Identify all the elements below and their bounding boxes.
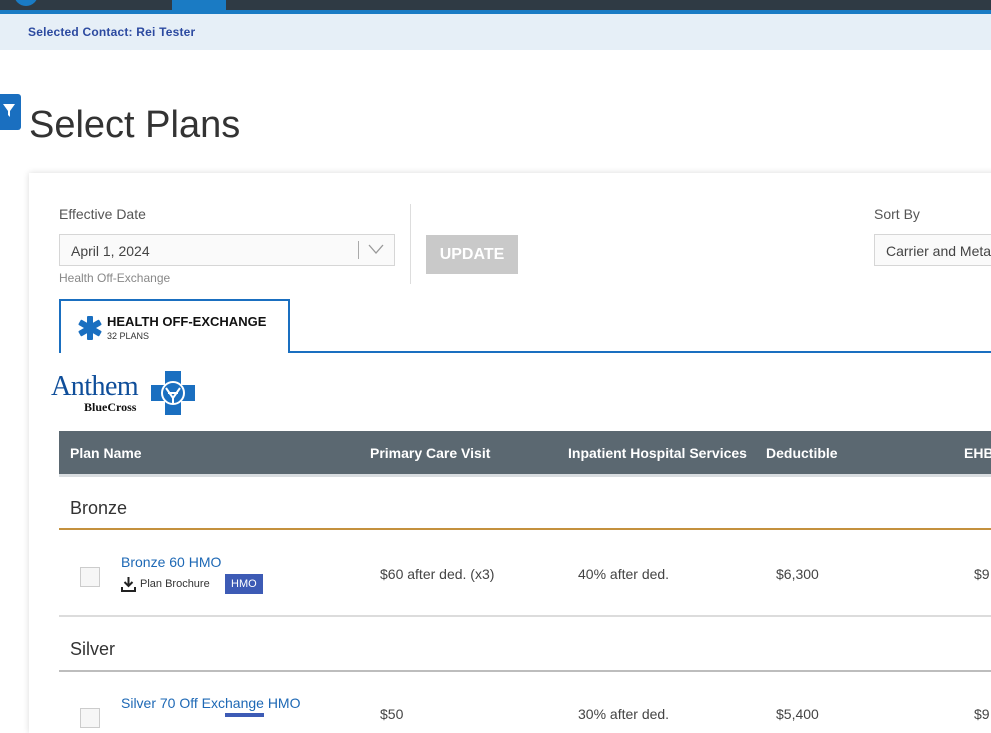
carrier-logo-subtitle: BlueCross	[84, 400, 137, 414]
primary-care-cell: $60 after ded. (x3)	[380, 566, 495, 582]
medical-star-icon	[78, 316, 102, 340]
app-logo-icon[interactable]	[14, 0, 38, 6]
sort-by-value: Carrier and Metal	[886, 243, 991, 259]
page-title: Select Plans	[29, 104, 241, 146]
group-heading-bronze: Bronze	[70, 498, 128, 518]
plan-select-checkbox[interactable]	[80, 567, 100, 587]
header-primary-care-visit[interactable]: Primary Care Visit	[370, 445, 490, 461]
header-deductible[interactable]: Deductible	[766, 445, 838, 461]
plan-name-link[interactable]: Bronze 60 HMO	[121, 554, 221, 570]
tab-plan-count: 32 PLANS	[107, 331, 150, 341]
carrier-logo-wordmark: Anthem	[51, 371, 139, 402]
row-divider	[59, 615, 991, 617]
filter-separator	[410, 204, 411, 284]
filter-toggle-button[interactable]	[0, 94, 21, 130]
bronze-rule	[59, 528, 991, 530]
tab-health-off-exchange[interactable]: HEALTH OFF-EXCHANGE 32 PLANS	[59, 299, 290, 353]
plan-select-checkbox[interactable]	[80, 708, 100, 728]
download-icon	[121, 577, 136, 592]
table-header-shadow	[59, 474, 991, 477]
selected-contact-bar: Selected Contact: Rei Tester	[0, 14, 991, 50]
inpatient-cell: 30% after ded.	[578, 706, 670, 722]
effective-date-select[interactable]: April 1, 2024	[59, 234, 395, 266]
effective-date-label: Effective Date	[59, 206, 146, 222]
effective-date-value: April 1, 2024	[71, 243, 150, 259]
plan-brochure-link[interactable]: Plan Brochure	[121, 576, 221, 592]
ehb-cell: $9	[974, 706, 990, 722]
header-plan-name[interactable]: Plan Name	[70, 445, 142, 461]
selected-contact-label: Selected Contact: Rei Tester	[28, 25, 196, 39]
top-nav-bar	[0, 0, 991, 10]
anthem-bluecross-logo: Anthem BlueCross	[51, 371, 196, 415]
primary-care-cell: $50	[380, 706, 404, 722]
effective-date-hint: Health Off-Exchange	[59, 271, 171, 285]
nav-tab-active[interactable]	[172, 0, 226, 10]
blue-cross-icon	[151, 371, 195, 415]
group-heading-silver: Silver	[70, 639, 116, 659]
tab-title: HEALTH OFF-EXCHANGE	[107, 314, 267, 329]
funnel-icon	[3, 104, 15, 117]
plan-type-badge: HMO	[225, 574, 263, 594]
sort-by-label: Sort By	[874, 206, 920, 222]
header-ehb[interactable]: EHB	[964, 445, 991, 461]
update-button[interactable]: UPDATE	[426, 235, 518, 274]
select-divider	[358, 241, 359, 259]
header-inpatient-hospital[interactable]: Inpatient Hospital Services	[568, 445, 747, 461]
plan-type-badge	[225, 713, 264, 717]
ehb-cell: $9	[974, 566, 990, 582]
plan-brochure-label: Plan Brochure	[140, 578, 210, 590]
inpatient-cell: 40% after ded.	[578, 566, 670, 582]
silver-rule	[59, 670, 991, 672]
deductible-cell: $6,300	[776, 566, 819, 582]
chevron-down-icon	[368, 244, 384, 254]
plans-table-header: Plan Name Primary Care Visit Inpatient H…	[59, 431, 991, 474]
sort-by-select[interactable]: Carrier and Metal	[874, 234, 991, 266]
plan-name-link[interactable]: Silver 70 Off Exchange HMO	[121, 695, 300, 711]
deductible-cell: $5,400	[776, 706, 819, 722]
